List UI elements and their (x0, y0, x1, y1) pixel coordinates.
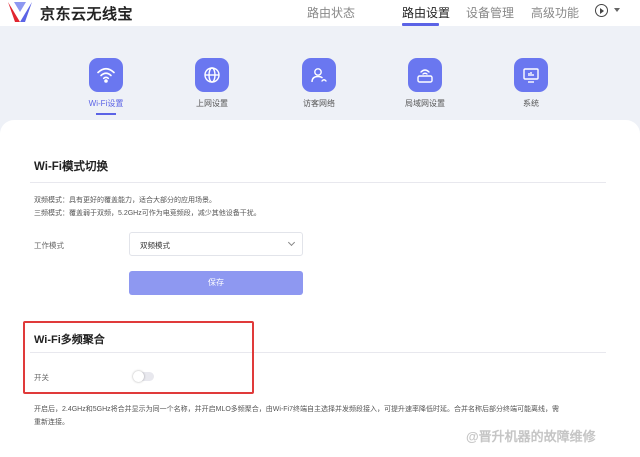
wifi-icon (97, 67, 115, 83)
highlight-annotation-box (23, 321, 254, 394)
jd-cloud-logo (8, 2, 32, 22)
mlo-description-cont: 重新连接。 (34, 419, 69, 426)
top-bar: 京东云无线宝 路由状态 路由设置 设备管理 高级功能 (0, 0, 640, 26)
chevron-down-icon (287, 238, 296, 247)
mlo-description: 开启后，2.4GHz和5GHz将合并显示为同一个名称，并开启MLO多频聚合，由W… (34, 406, 560, 413)
caret-down-icon[interactable] (614, 8, 620, 12)
work-mode-value: 双频模式 (140, 241, 170, 250)
tile-label-wifi-settings[interactable]: Wi-Fi设置 (66, 98, 146, 109)
globe-icon (204, 67, 220, 83)
tile-lan-settings[interactable] (408, 58, 442, 92)
tri-band-description: 三频模式：覆盖弱于双频，5.2GHz可作为电竞频段，减少其他设备干扰。 (34, 210, 261, 217)
play-circle-icon[interactable] (595, 4, 608, 17)
tile-guest-network[interactable] (302, 58, 336, 92)
tile-label-guest-network[interactable]: 访客网络 (279, 98, 359, 109)
monitor-icon (523, 68, 539, 83)
work-mode-select[interactable]: 双频模式 (129, 232, 303, 256)
work-mode-label: 工作模式 (34, 241, 64, 250)
tile-label-lan-settings[interactable]: 局域网设置 (385, 98, 465, 109)
tile-label-system[interactable]: 系统 (491, 98, 571, 109)
nav-device-management[interactable]: 设备管理 (466, 4, 514, 21)
brand-name: 京东云无线宝 (40, 6, 134, 23)
tile-wifi-settings[interactable] (89, 58, 123, 92)
active-nav-indicator (402, 23, 439, 26)
tile-system[interactable] (514, 58, 548, 92)
tile-label-internet-settings[interactable]: 上网设置 (172, 98, 252, 109)
watermark-text: @晋升机器的故障维修 (466, 429, 596, 444)
nav-router-status[interactable]: 路由状态 (307, 4, 355, 21)
nav-router-settings[interactable]: 路由设置 (402, 4, 450, 21)
router-icon (417, 69, 433, 83)
guest-user-icon (311, 68, 327, 83)
save-button[interactable]: 保存 (129, 271, 303, 295)
nav-advanced-features[interactable]: 高级功能 (531, 4, 579, 21)
active-tile-indicator (96, 113, 116, 115)
dual-band-description: 双频模式：具有更好的覆盖能力，适合大部分的应用场景。 (34, 197, 216, 204)
wifi-mode-title: Wi-Fi模式切换 (34, 161, 108, 173)
section-divider (30, 182, 606, 183)
tile-internet-settings[interactable] (195, 58, 229, 92)
